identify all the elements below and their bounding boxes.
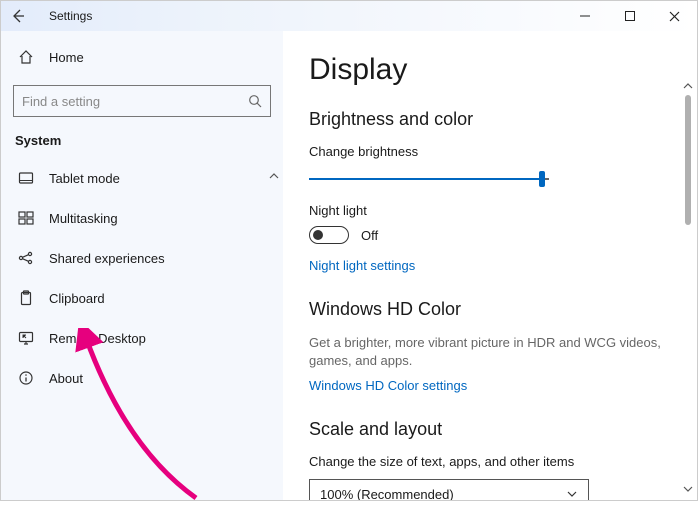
night-light-state: Off: [361, 228, 378, 243]
sidebar-item-about[interactable]: About: [1, 358, 283, 398]
scroll-down-button[interactable]: [683, 484, 693, 498]
night-light-toggle[interactable]: [309, 226, 349, 244]
clipboard-icon: [17, 289, 35, 307]
sidebar-item-label: Remote Desktop: [49, 331, 146, 346]
shared-icon: [17, 249, 35, 267]
brightness-slider[interactable]: [309, 169, 549, 189]
sidebar-item-remote-desktop[interactable]: Remote Desktop: [1, 318, 283, 358]
sidebar-item-clipboard[interactable]: Clipboard: [1, 278, 283, 318]
back-button[interactable]: [1, 1, 35, 31]
sidebar-item-label: About: [49, 371, 83, 386]
scale-size-label: Change the size of text, apps, and other…: [309, 454, 671, 469]
maximize-button[interactable]: [607, 1, 652, 31]
slider-thumb[interactable]: [539, 171, 545, 187]
multitasking-icon: [17, 209, 35, 227]
search-input[interactable]: [22, 94, 248, 109]
tablet-icon: [17, 169, 35, 187]
scrollbar-thumb[interactable]: [685, 95, 691, 225]
home-nav[interactable]: Home: [1, 37, 283, 77]
change-brightness-label: Change brightness: [309, 144, 671, 159]
home-label: Home: [49, 50, 84, 65]
sidebar-item-label: Tablet mode: [49, 171, 120, 186]
sidebar-item-shared-experiences[interactable]: Shared experiences: [1, 238, 283, 278]
info-icon: [17, 369, 35, 387]
sidebar-item-label: Shared experiences: [49, 251, 165, 266]
remote-desktop-icon: [17, 329, 35, 347]
scroll-up-button[interactable]: [683, 81, 693, 95]
hd-color-heading: Windows HD Color: [309, 299, 671, 320]
close-button[interactable]: [652, 1, 697, 31]
home-icon: [17, 48, 35, 66]
sidebar-item-label: Multitasking: [49, 211, 118, 226]
minimize-button[interactable]: [562, 1, 607, 31]
search-input-wrap[interactable]: [13, 85, 271, 117]
scale-size-dropdown[interactable]: 100% (Recommended): [309, 479, 589, 500]
sidebar-item-label: Clipboard: [49, 291, 105, 306]
hd-color-settings-link[interactable]: Windows HD Color settings: [309, 378, 467, 393]
window-title: Settings: [35, 9, 92, 23]
category-heading: System: [1, 127, 283, 158]
sidebar-item-multitasking[interactable]: Multitasking: [1, 198, 283, 238]
brightness-heading: Brightness and color: [309, 109, 671, 130]
page-title: Display: [309, 53, 671, 87]
night-light-settings-link[interactable]: Night light settings: [309, 258, 415, 273]
hd-color-desc: Get a brighter, more vibrant picture in …: [309, 334, 669, 370]
sidebar-item-tablet-mode[interactable]: Tablet mode: [1, 158, 283, 198]
chevron-down-icon: [566, 488, 578, 500]
night-light-label: Night light: [309, 203, 671, 218]
scale-heading: Scale and layout: [309, 419, 671, 440]
scale-size-value: 100% (Recommended): [320, 487, 454, 500]
search-icon: [248, 94, 262, 108]
